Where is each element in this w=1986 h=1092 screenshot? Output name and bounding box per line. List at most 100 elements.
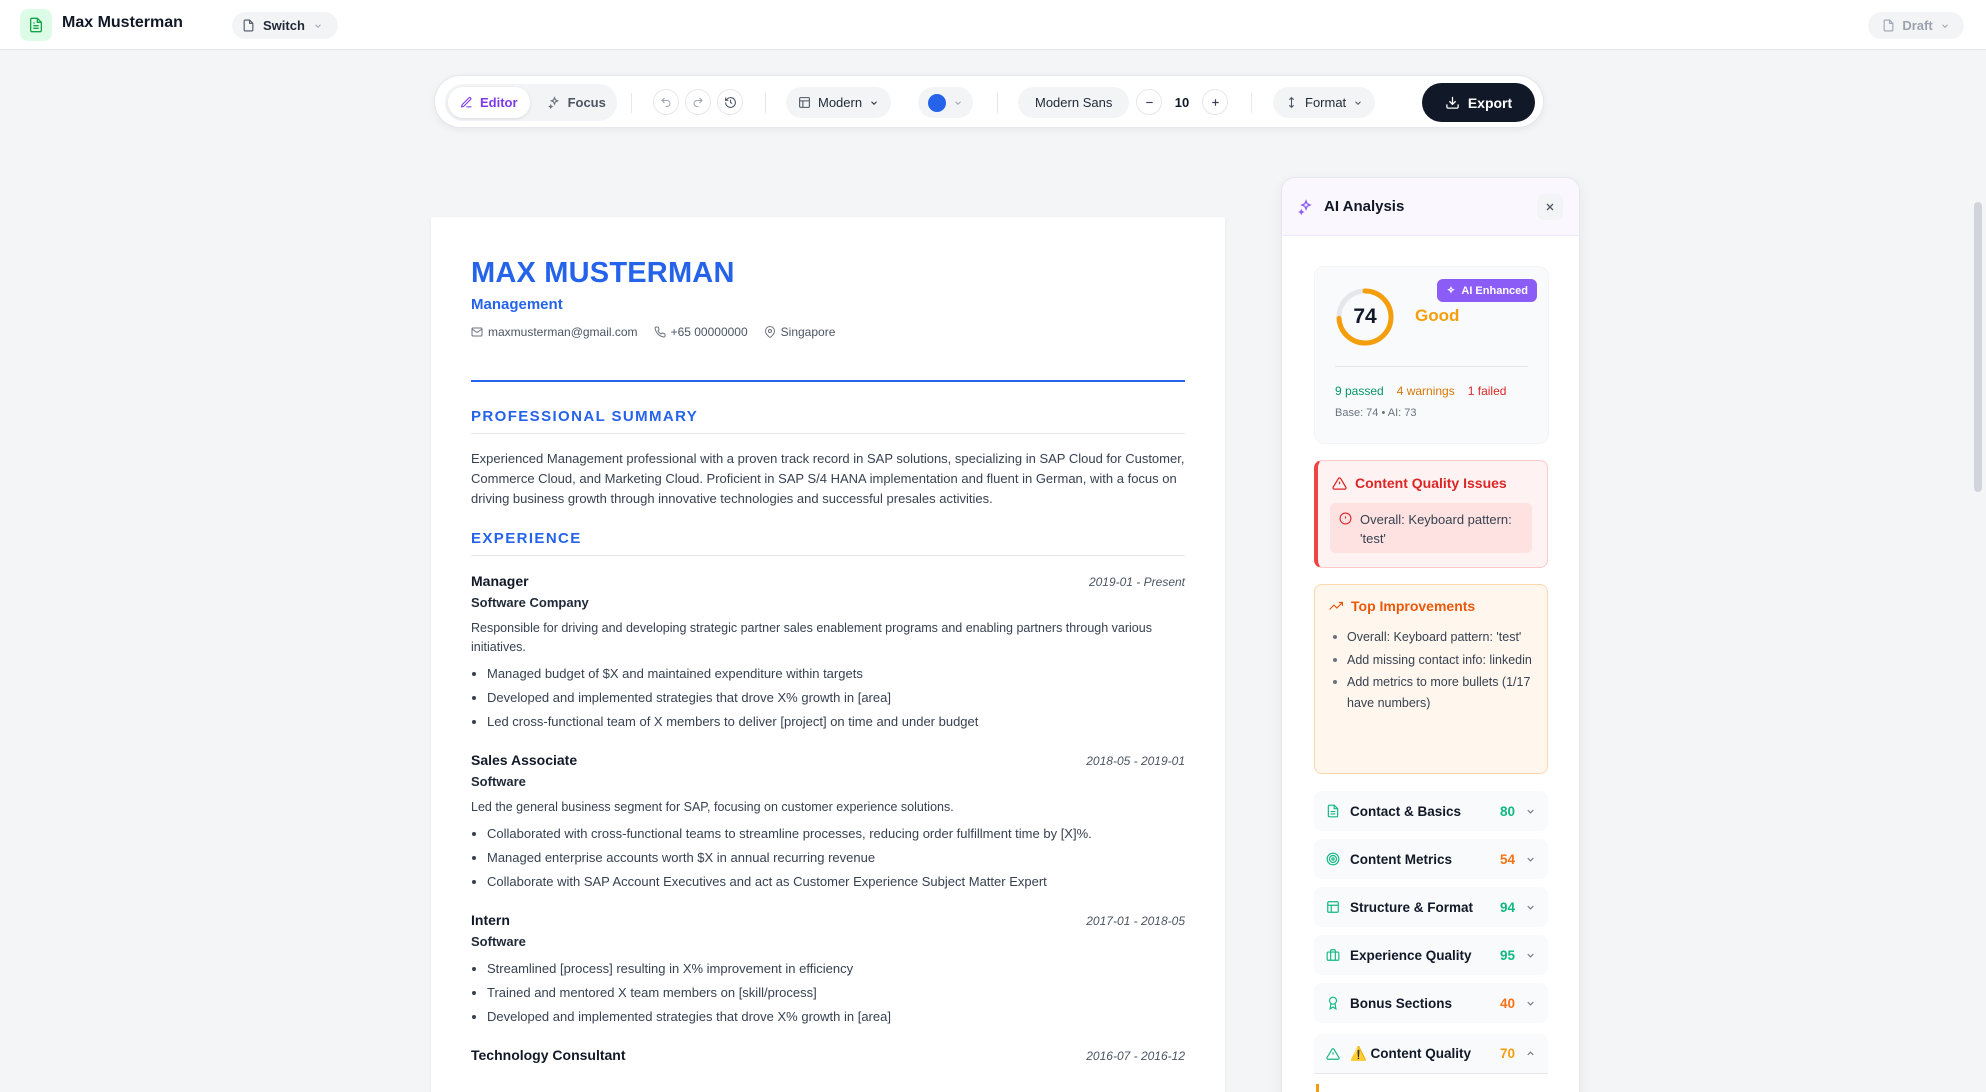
job-bullet: Collaborated with cross-functional teams… xyxy=(487,822,1185,846)
content-issue-text: Overall: Keyboard pattern: 'test' xyxy=(1360,512,1512,546)
pen-icon xyxy=(460,97,472,108)
editor-mode-button[interactable]: Editor xyxy=(448,87,530,118)
sparkles-icon xyxy=(547,96,559,109)
focus-mode-button[interactable]: Focus xyxy=(536,87,618,118)
score-breakdown: Base: 74 • AI: 73 xyxy=(1335,407,1417,419)
resume-headline[interactable]: Management xyxy=(471,296,1185,313)
redo-icon xyxy=(693,97,703,107)
job-dates: 2017-01 - 2018-05 xyxy=(1086,914,1185,928)
redo-button[interactable] xyxy=(685,89,711,115)
history-icon xyxy=(724,96,736,108)
category-score: 80 xyxy=(1499,803,1515,819)
improvements-list: Overall: Keyboard pattern: 'test' Add mi… xyxy=(1331,627,1541,715)
contact-phone[interactable]: +65 00000000 xyxy=(654,325,748,339)
job-entry[interactable]: Intern 2017-01 - 2018-05 Software Stream… xyxy=(471,912,1185,1029)
contact-line: maxmusterman@gmail.com +65 00000000 Sing… xyxy=(471,325,1185,339)
contact-location[interactable]: Singapore xyxy=(764,325,836,339)
scrollbar-thumb[interactable] xyxy=(1974,202,1982,492)
failed-count: 1 failed xyxy=(1467,384,1507,398)
plus-icon xyxy=(1211,98,1219,106)
document-logo-icon[interactable] xyxy=(20,9,52,41)
category-bonus-sections[interactable]: Bonus Sections 40 xyxy=(1314,983,1548,1023)
download-icon xyxy=(1446,96,1459,109)
improvement-item: Add missing contact info: linkedin xyxy=(1331,650,1541,671)
file-draft-icon xyxy=(1883,19,1894,32)
job-bullet: Streamlined [process] resulting in X% im… xyxy=(487,957,1185,981)
chevron-down-icon xyxy=(1527,953,1534,958)
score-rating: Good xyxy=(1415,306,1460,325)
switch-button[interactable]: Switch xyxy=(232,12,338,39)
category-name: Bonus Sections xyxy=(1350,995,1453,1011)
job-role: Intern xyxy=(471,912,510,928)
format-menu[interactable]: Format xyxy=(1273,87,1376,118)
font-size-increase-button[interactable] xyxy=(1202,89,1228,115)
template-label: Modern xyxy=(818,95,863,110)
job-description: Responsible for driving and developing s… xyxy=(471,621,1152,654)
template-select[interactable]: Modern xyxy=(786,87,892,118)
category-contact-basics[interactable]: Contact & Basics 80 xyxy=(1314,791,1548,831)
job-entry[interactable]: Sales Associate 2018-05 - 2019-01 Softwa… xyxy=(471,752,1185,894)
focus-label: Focus xyxy=(567,95,606,110)
location-text: Singapore xyxy=(780,325,836,339)
job-entry[interactable]: Technology Consultant 2016-07 - 2016-12 xyxy=(471,1047,1185,1063)
job-dates: 2016-07 - 2016-12 xyxy=(1086,1049,1185,1063)
close-panel-button[interactable] xyxy=(1537,193,1563,220)
font-size-value[interactable]: 10 xyxy=(1162,95,1202,110)
content-issue-item[interactable]: Overall: Keyboard pattern: 'test' xyxy=(1330,503,1532,553)
resume-name[interactable]: MAX MUSTERMAN xyxy=(471,257,1185,290)
font-size-decrease-button[interactable] xyxy=(1136,89,1162,115)
top-improvements-title: Top Improvements xyxy=(1351,598,1476,614)
warnings-count: 4 warnings xyxy=(1396,384,1455,398)
phone-icon xyxy=(654,326,666,338)
ai-analysis-panel: AI Analysis 74 Good AI Enhanced 9 passed… xyxy=(1281,177,1580,1092)
font-family-select[interactable]: Modern Sans xyxy=(1018,87,1130,118)
award-icon xyxy=(1328,996,1338,1010)
overall-score: 74 xyxy=(1353,305,1377,328)
contact-email[interactable]: maxmusterman@gmail.com xyxy=(471,325,638,339)
export-button[interactable]: Export xyxy=(1422,83,1535,122)
chevron-down-icon xyxy=(1941,23,1948,28)
resume-page[interactable]: MAX MUSTERMAN Management maxmusterman@gm… xyxy=(431,217,1225,1092)
sparkles-icon xyxy=(1298,198,1312,215)
sparkles-icon xyxy=(1447,285,1456,294)
font-family-label: Modern Sans xyxy=(1035,95,1113,110)
summary-heading: PROFESSIONAL SUMMARY xyxy=(471,408,1185,434)
history-button[interactable] xyxy=(717,89,743,115)
job-entry[interactable]: Manager 2019-01 - Present Software Compa… xyxy=(471,573,1185,734)
layout-icon xyxy=(1327,901,1339,913)
chevron-down-icon xyxy=(955,100,961,105)
chevron-down-icon xyxy=(1527,857,1534,862)
score-card: 74 Good AI Enhanced 9 passed 4 warnings … xyxy=(1314,266,1549,444)
category-structure-format[interactable]: Structure & Format 94 xyxy=(1314,887,1548,927)
category-name: Contact & Basics xyxy=(1350,803,1462,819)
chevron-down-icon xyxy=(871,100,877,105)
category-name: Content Metrics xyxy=(1350,851,1453,867)
summary-text[interactable]: Experienced Management professional with… xyxy=(471,449,1185,509)
category-content-quality[interactable]: ⚠️ Content Quality 70 xyxy=(1314,1034,1548,1074)
draft-status-button[interactable]: Draft xyxy=(1868,12,1964,39)
history-controls xyxy=(653,89,749,115)
category-name: Experience Quality xyxy=(1350,947,1472,963)
page-scrollbar[interactable] xyxy=(1970,50,1986,1092)
trending-up-icon xyxy=(1329,601,1343,610)
job-bullet: Managed budget of $X and maintained expe… xyxy=(487,662,1185,686)
content-quality-issues-title: Content Quality Issues xyxy=(1355,475,1507,491)
category-experience-quality[interactable]: Experience Quality 95 xyxy=(1314,935,1548,975)
top-bar: Max Musterman Switch Draft xyxy=(0,0,1986,50)
accent-color-picker[interactable] xyxy=(918,87,973,118)
toolbar-divider xyxy=(765,93,766,113)
mail-icon xyxy=(471,327,483,337)
briefcase-icon xyxy=(1326,949,1340,961)
ai-panel-header: AI Analysis xyxy=(1282,178,1579,236)
improvement-item: Add metrics to more bullets (1/17 have n… xyxy=(1331,672,1541,713)
job-bullets: Streamlined [process] resulting in X% im… xyxy=(471,957,1185,1029)
undo-button[interactable] xyxy=(653,89,679,115)
experience-heading: EXPERIENCE xyxy=(471,530,1185,556)
format-label: Format xyxy=(1305,95,1347,110)
editor-label: Editor xyxy=(480,95,518,110)
editor-toolbar: Editor Focus Modern Modern Sans 10 Forma… xyxy=(434,75,1544,128)
job-role: Technology Consultant xyxy=(471,1047,626,1063)
ai-badge-label: AI Enhanced xyxy=(1461,284,1528,297)
category-content-metrics[interactable]: Content Metrics 54 xyxy=(1314,839,1548,879)
job-company: Software xyxy=(471,774,526,789)
